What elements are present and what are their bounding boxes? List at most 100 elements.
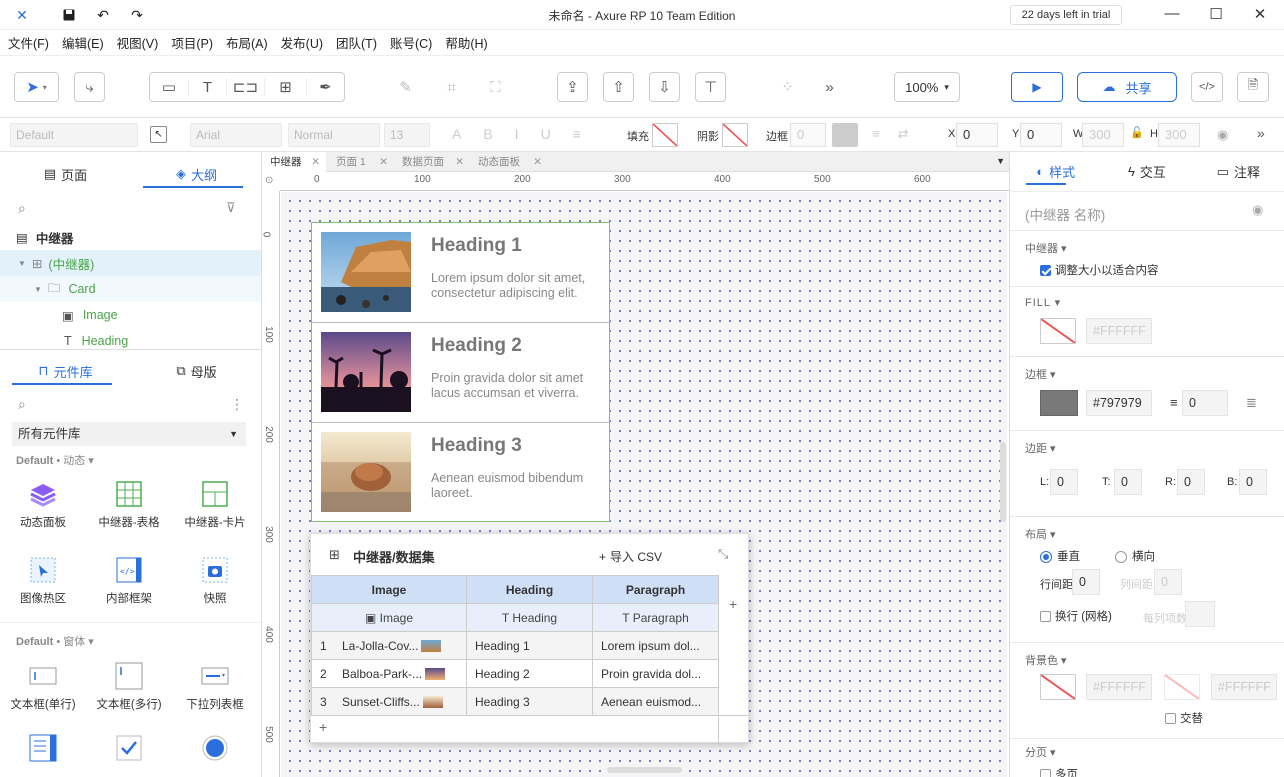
card-heading[interactable]: Heading 1 — [431, 235, 522, 257]
eye-icon[interactable]: ◉ — [1252, 202, 1263, 218]
cell-image[interactable]: 1 La-Jolla-Cov... — [311, 631, 467, 660]
text-tool-icon[interactable]: T — [188, 78, 226, 96]
bring-forward-icon[interactable]: ⇧ — [603, 72, 634, 102]
zoom-select[interactable]: 100% ▾ — [894, 72, 960, 102]
widget-text-area[interactable]: 文本框(多行) — [86, 662, 172, 712]
collapse-icon[interactable]: ⤡ — [718, 546, 728, 562]
width-input[interactable]: 300 — [1082, 123, 1124, 147]
alt-bg-hex-input[interactable]: #FFFFFF — [1211, 674, 1277, 700]
card-text[interactable]: Proin gravida dolor sit amet lacus accum… — [431, 371, 601, 401]
items-per-row-input[interactable] — [1185, 601, 1215, 627]
group-icon[interactable]: ⁘ — [772, 72, 803, 102]
text-style-icons[interactable]: ABIU≡ — [452, 126, 603, 142]
tab-masters[interactable]: ⧉ 母版 — [131, 351, 262, 391]
section-dynamic[interactable]: Default • 动态 ▾ — [16, 452, 94, 468]
card-image[interactable] — [321, 332, 411, 412]
bring-front-icon[interactable]: ⇪ — [557, 72, 588, 102]
layout-horizontal-radio[interactable]: 横向 — [1115, 548, 1155, 564]
page-tab-page1[interactable]: 页面 1 ✕ — [328, 152, 394, 172]
column-type-heading[interactable]: T Heading — [466, 603, 593, 632]
close-icon[interactable]: ✕ — [455, 152, 464, 172]
shadow-swatch[interactable] — [722, 123, 748, 147]
crop-icon[interactable]: ⌗ — [436, 72, 467, 102]
cell-paragraph[interactable]: Aenean euismod... — [592, 687, 719, 716]
bg-color-swatch[interactable] — [1040, 674, 1076, 700]
font-size-select[interactable]: 13 — [384, 123, 430, 147]
library-select[interactable]: 所有元件库 ▼ — [12, 422, 246, 446]
input-tool-icon[interactable]: ⊏⊐ — [226, 78, 264, 96]
fill-hex-input[interactable]: #FFFFFF — [1086, 318, 1152, 344]
repeater-widget[interactable]: Heading 1 Lorem ipsum dolor sit amet, co… — [311, 222, 610, 522]
cell-image[interactable]: 2 Balboa-Park-... — [311, 659, 467, 688]
menu-help[interactable]: 帮助(H) — [445, 33, 487, 52]
fill-color-swatch[interactable] — [1040, 318, 1076, 344]
tab-library[interactable]: ⊓ 元件库 — [0, 351, 131, 391]
connector-tool-icon[interactable]: ⤷ — [74, 72, 105, 102]
listbox-icon[interactable] — [29, 734, 57, 765]
card-heading[interactable]: Heading 2 — [431, 335, 522, 357]
outline-root[interactable]: ▤ 中继器 — [0, 224, 261, 250]
eyedropper-icon[interactable]: ✎ — [390, 72, 421, 102]
style-select[interactable]: Default — [10, 123, 138, 147]
tab-style[interactable]: ◐ 样式 — [1010, 152, 1101, 191]
tab-notes[interactable]: ▭ 注释 — [1193, 152, 1284, 191]
bg-hex-input[interactable]: #FFFFFF — [1086, 674, 1152, 700]
card-image[interactable] — [321, 232, 411, 312]
menu-project[interactable]: 项目(P) — [171, 33, 213, 52]
tab-interactions[interactable]: ϟ 交互 — [1101, 152, 1192, 191]
page-tab-dynamic[interactable]: 动态面板 ✕ — [470, 152, 548, 172]
trial-badge[interactable]: 22 days left in trial — [1010, 5, 1122, 25]
minimize-button[interactable]: — — [1160, 5, 1184, 25]
border-width-input[interactable]: 0 — [1182, 390, 1228, 416]
card-image[interactable] — [321, 432, 411, 512]
widget-repeater-table[interactable]: 中继器-表格 — [86, 480, 172, 530]
document-icon[interactable]: 🗎 — [1237, 72, 1269, 102]
rectangle-tool-icon[interactable]: ▭ — [150, 78, 188, 96]
radio-icon[interactable] — [201, 734, 229, 765]
padding-left-input[interactable]: 0 — [1050, 469, 1078, 495]
section-forms[interactable]: Default • 窗体 ▾ — [16, 633, 94, 649]
close-icon[interactable]: ✕ — [533, 152, 542, 172]
column-type-image[interactable]: ▣ Image — [311, 603, 467, 632]
menu-team[interactable]: 团队(T) — [336, 33, 377, 52]
cell-paragraph[interactable]: Proin gravida dol... — [592, 659, 719, 688]
filter-icon[interactable]: ⊽ — [226, 200, 236, 216]
height-input[interactable]: 300 — [1158, 123, 1200, 147]
close-button[interactable]: ✕ — [1248, 5, 1272, 25]
widget-dropdown[interactable]: 下拉列表框 — [172, 662, 258, 712]
widget-text-field[interactable]: 文本框(单行) — [0, 662, 86, 712]
table-row[interactable]: 2 Balboa-Park-... Heading 2 Proin gravida… — [311, 659, 719, 688]
tab-pages[interactable]: ▤ 页面 — [0, 154, 131, 194]
y-input[interactable]: 0 — [1020, 123, 1062, 147]
send-backward-icon[interactable]: ⇩ — [649, 72, 680, 102]
table-row[interactable]: 3 Sunset-Cliffs... Heading 3 Aenean euism… — [311, 687, 719, 716]
outline-item-image[interactable]: ▣ Image — [0, 302, 261, 328]
border-hex-input[interactable]: #797979 — [1086, 390, 1152, 416]
cell-image[interactable]: 3 Sunset-Cliffs... — [311, 687, 467, 716]
horizontal-scrollbar[interactable] — [607, 767, 682, 773]
menu-publish[interactable]: 发布(U) — [281, 33, 323, 52]
send-back-icon[interactable]: ⊤ — [695, 72, 726, 102]
menu-layout[interactable]: 布局(A) — [226, 33, 268, 52]
preview-button[interactable]: ▶ — [1011, 72, 1063, 102]
column-header[interactable]: Image — [311, 575, 467, 604]
library-menu-icon[interactable]: ⋮ — [230, 396, 244, 413]
checkbox-icon[interactable] — [115, 734, 143, 765]
maximize-button[interactable]: ☐ — [1204, 5, 1228, 25]
lock-icon[interactable]: 🔓 — [1130, 126, 1144, 139]
menu-file[interactable]: 文件(F) — [8, 33, 49, 52]
visibility-icon[interactable]: ◉ — [1217, 127, 1228, 143]
padding-top-input[interactable]: 0 — [1114, 469, 1142, 495]
widget-snapshot[interactable]: 快照 — [172, 556, 258, 606]
font-select[interactable]: Arial — [190, 123, 282, 147]
border-style-icon[interactable]: ≣ — [1246, 395, 1257, 411]
row-gap-input[interactable]: 0 — [1072, 569, 1100, 595]
card-heading[interactable]: Heading 3 — [431, 435, 522, 457]
style-edit-icon[interactable]: ↖ — [150, 126, 167, 143]
share-button[interactable]: ☁ 共享 — [1077, 72, 1177, 102]
repeater-card[interactable]: Heading 1 Lorem ipsum dolor sit amet, co… — [312, 223, 609, 323]
vertical-scrollbar[interactable] — [1000, 442, 1006, 522]
more-tools-button[interactable]: » — [814, 72, 845, 102]
repeater-card[interactable]: Heading 2 Proin gravida dolor sit amet l… — [312, 323, 609, 423]
line-style-icons[interactable]: ≡⇄ — [872, 126, 926, 142]
